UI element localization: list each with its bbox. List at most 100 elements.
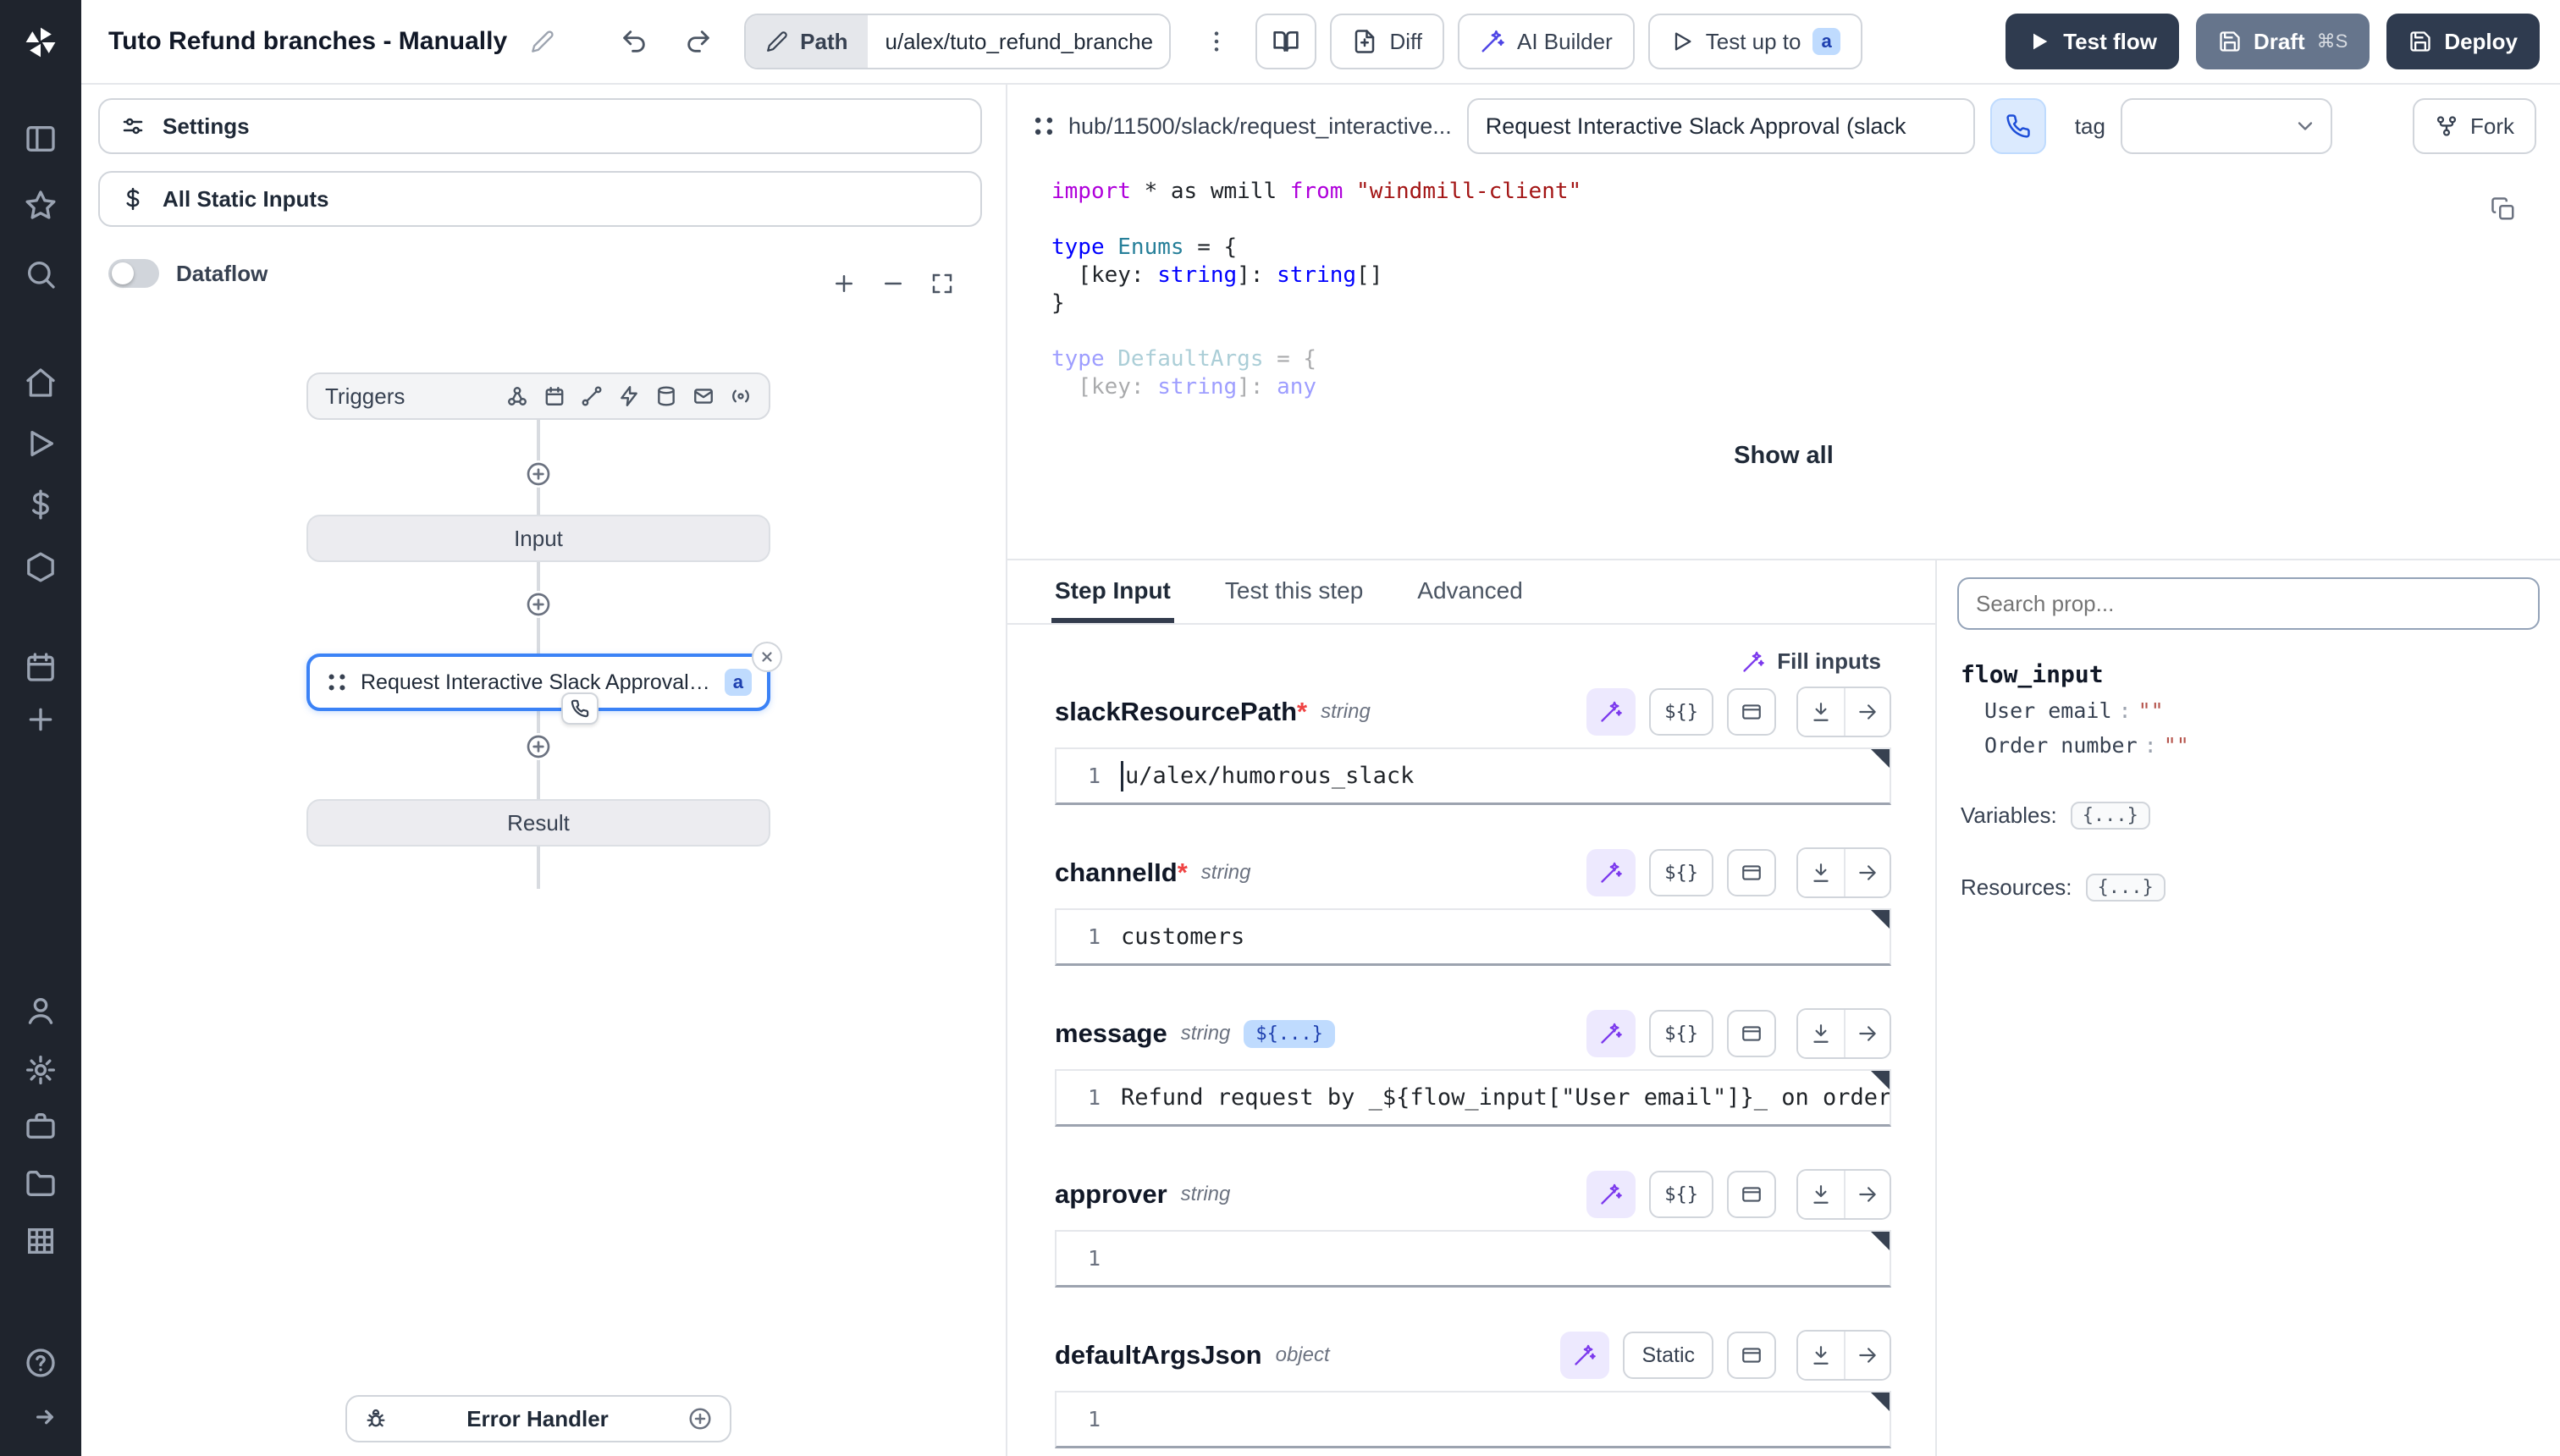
remove-step-button[interactable]	[752, 642, 782, 672]
show-all-code-button[interactable]: Show all	[1700, 428, 1868, 483]
arrow-right-button[interactable]	[1844, 1332, 1890, 1379]
field-value-editor[interactable]: 1	[1055, 1230, 1891, 1288]
arrow-right-button[interactable]	[1844, 688, 1890, 736]
draft-button[interactable]: Draft⌘S	[2196, 14, 2370, 69]
ai-fill-field-button[interactable]	[1586, 849, 1636, 896]
dataflow-toggle[interactable]	[108, 259, 159, 288]
arrow-right-button[interactable]	[1844, 1171, 1890, 1218]
ai-fill-field-button[interactable]	[1586, 1010, 1636, 1057]
code-editor[interactable]: import * as wmill from "windmill-client"…	[1007, 161, 2560, 401]
arrow-right-button[interactable]	[1844, 1010, 1890, 1057]
http-route-icon[interactable]	[581, 385, 603, 407]
windmill-logo[interactable]	[22, 24, 56, 58]
suspend-approval-button[interactable]	[1990, 98, 2046, 154]
variables-icon[interactable]	[24, 488, 58, 521]
editor-expand-button[interactable]	[1727, 688, 1776, 736]
add-error-handler-icon[interactable]	[687, 1406, 713, 1431]
workers-icon[interactable]	[24, 1109, 58, 1143]
expression-mode-button[interactable]: ${}	[1649, 688, 1713, 736]
test-flow-button[interactable]: Test flow	[2006, 14, 2179, 69]
create-plus-icon[interactable]	[24, 703, 58, 736]
prop-item[interactable]: User email:""	[1984, 698, 2540, 723]
expression-mode-button[interactable]: ${}	[1649, 1010, 1713, 1057]
runs-icon[interactable]	[24, 427, 58, 461]
fill-inputs-button[interactable]: Fill inputs	[1731, 642, 1891, 681]
resources-icon[interactable]	[24, 550, 58, 584]
copy-code-icon[interactable]	[2491, 196, 2516, 222]
apps-icon[interactable]	[24, 122, 58, 156]
settings-gear-icon[interactable]	[24, 1053, 58, 1087]
editor-expand-button[interactable]	[1727, 1010, 1776, 1057]
help-icon[interactable]	[24, 1346, 58, 1380]
email-icon[interactable]	[692, 385, 714, 407]
arrow-right-button[interactable]	[1844, 849, 1890, 896]
error-handler-node[interactable]: Error Handler	[345, 1395, 731, 1442]
plug-result-button[interactable]	[1798, 1010, 1844, 1057]
insert-step-button[interactable]	[525, 591, 552, 618]
schedule-icon[interactable]	[543, 385, 566, 407]
hub-script-path[interactable]: hub/11500/slack/request_interactive...	[1031, 113, 1452, 140]
fit-view-icon[interactable]	[930, 271, 955, 296]
undo-button[interactable]	[609, 16, 659, 67]
expand-sidebar-icon[interactable]	[24, 1400, 58, 1434]
editor-expand-button[interactable]	[1727, 1171, 1776, 1218]
zoom-out-icon[interactable]	[880, 271, 906, 296]
tag-select[interactable]	[2121, 98, 2332, 154]
selected-step-node[interactable]: Request Interactive Slack Approval (... …	[306, 654, 770, 711]
deploy-button[interactable]: Deploy	[2386, 14, 2540, 69]
variables-expand-chip[interactable]: {...}	[2071, 802, 2150, 830]
plug-result-button[interactable]	[1798, 688, 1844, 736]
diff-button[interactable]: Diff	[1330, 14, 1444, 69]
insert-step-button[interactable]	[525, 733, 552, 760]
fork-button[interactable]: Fork	[2413, 98, 2536, 154]
tab-advanced[interactable]: Advanced	[1414, 562, 1526, 623]
input-node[interactable]: Input	[306, 515, 770, 562]
field-value-editor[interactable]: 1 Refund request by _${flow_input["User …	[1055, 1069, 1891, 1127]
field-value-editor[interactable]: 1 u/alex/humorous_slack	[1055, 747, 1891, 805]
expression-mode-button[interactable]: ${}	[1649, 1171, 1713, 1218]
kafka-icon[interactable]	[730, 385, 752, 407]
plug-result-button[interactable]	[1798, 849, 1844, 896]
grid-menu-icon[interactable]	[24, 1224, 58, 1258]
field-value-editor[interactable]: 1	[1055, 1391, 1891, 1448]
home-icon[interactable]	[24, 366, 58, 400]
schedules-icon[interactable]	[24, 650, 58, 684]
zoom-in-icon[interactable]	[831, 271, 857, 296]
step-summary-input[interactable]	[1467, 98, 1975, 154]
editor-expand-button[interactable]	[1727, 1332, 1776, 1379]
suspend-approval-indicator[interactable]	[561, 692, 599, 725]
ai-fill-field-button[interactable]	[1586, 1171, 1636, 1218]
webhook-icon[interactable]	[506, 385, 528, 407]
triggers-node[interactable]: Triggers	[306, 372, 770, 420]
search-icon[interactable]	[24, 257, 58, 291]
redo-button[interactable]	[673, 16, 724, 67]
path-label[interactable]: Path	[746, 15, 868, 68]
ai-fill-field-button[interactable]	[1586, 688, 1636, 736]
resources-expand-chip[interactable]: {...}	[2086, 874, 2166, 902]
plug-result-button[interactable]	[1798, 1171, 1844, 1218]
prop-item[interactable]: Order number:""	[1984, 733, 2540, 758]
docs-button[interactable]	[1255, 14, 1316, 69]
plug-result-button[interactable]	[1798, 1332, 1844, 1379]
more-menu-button[interactable]	[1191, 16, 1242, 67]
search-prop-input[interactable]	[1957, 577, 2540, 630]
insert-step-button[interactable]	[525, 461, 552, 488]
static-mode-button[interactable]: Static	[1623, 1332, 1713, 1379]
field-value-editor[interactable]: 1 customers	[1055, 908, 1891, 966]
result-node[interactable]: Result	[306, 799, 770, 847]
expression-mode-button[interactable]: ${}	[1649, 849, 1713, 896]
tab-test-this-step[interactable]: Test this step	[1222, 562, 1366, 623]
user-icon[interactable]	[24, 994, 58, 1028]
flow-settings-button[interactable]: Settings	[98, 98, 982, 154]
ai-builder-button[interactable]: AI Builder	[1458, 14, 1635, 69]
websocket-icon[interactable]	[618, 385, 640, 407]
flow-input-root[interactable]: flow_input	[1961, 660, 2540, 688]
editor-expand-button[interactable]	[1727, 849, 1776, 896]
path-input[interactable]	[868, 15, 1169, 68]
edit-title-icon[interactable]	[531, 30, 554, 53]
all-static-inputs-button[interactable]: All Static Inputs	[98, 171, 982, 227]
folders-icon[interactable]	[24, 1166, 58, 1200]
ai-fill-field-button[interactable]	[1560, 1332, 1609, 1379]
postgres-icon[interactable]	[655, 385, 677, 407]
tab-step-input[interactable]: Step Input	[1051, 562, 1174, 623]
